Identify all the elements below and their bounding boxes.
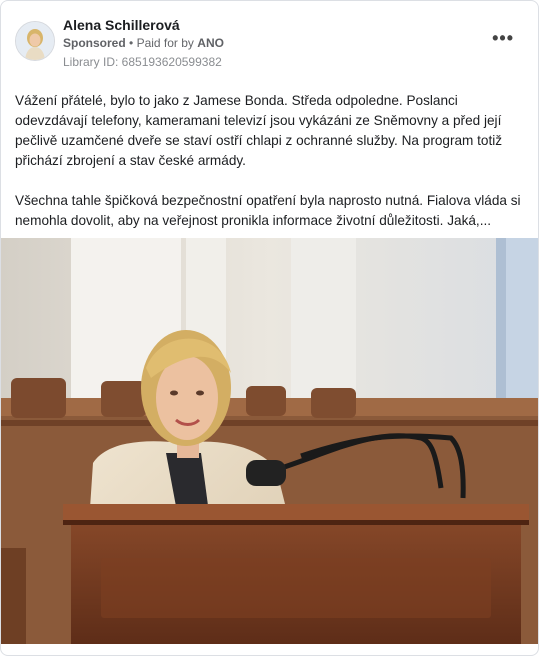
sponsored-line: Sponsored • Paid for by ANO bbox=[63, 36, 224, 50]
sponsored-label: Sponsored bbox=[63, 36, 126, 50]
meta-separator: • bbox=[129, 36, 134, 50]
author-name[interactable]: Alena Schillerová bbox=[63, 17, 180, 33]
post-image[interactable] bbox=[1, 238, 538, 644]
payer-name[interactable]: ANO bbox=[197, 36, 224, 50]
paid-for-label: Paid for by bbox=[136, 36, 194, 50]
library-id: Library ID: 685193620599382 bbox=[63, 55, 222, 69]
more-options-icon[interactable]: ••• bbox=[492, 29, 514, 47]
post-header: Alena Schillerová Sponsored • Paid for b… bbox=[15, 15, 524, 75]
post-text: Vážení přátelé, bylo to jako z Jamese Bo… bbox=[15, 91, 527, 251]
post-paragraph: Všechna tahle špičková bezpečnostní opat… bbox=[15, 193, 521, 228]
post-paragraph: Vážení přátelé, bylo to jako z Jamese Bo… bbox=[15, 93, 503, 168]
avatar[interactable] bbox=[15, 21, 55, 61]
ad-card: Alena Schillerová Sponsored • Paid for b… bbox=[0, 0, 539, 656]
